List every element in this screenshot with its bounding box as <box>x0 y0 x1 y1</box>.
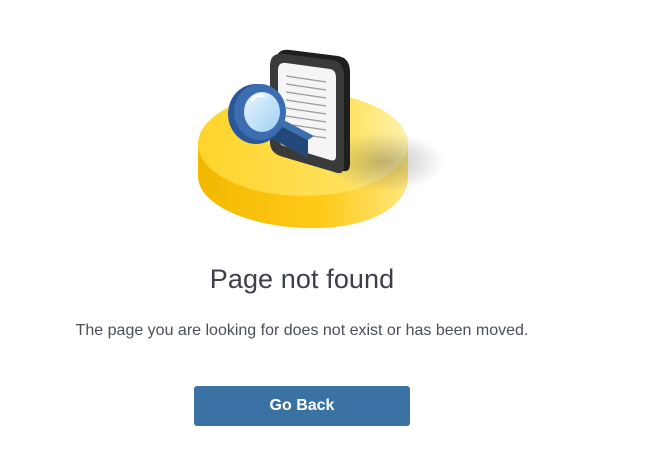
error-message: The page you are looking for does not ex… <box>75 322 529 339</box>
go-back-button[interactable]: Go Back <box>194 386 410 426</box>
page-title: Page not found <box>209 264 395 294</box>
not-found-page: Page not found The page you are looking … <box>0 0 653 457</box>
document-magnifier-icon <box>198 49 445 229</box>
not-found-illustration <box>190 40 460 240</box>
